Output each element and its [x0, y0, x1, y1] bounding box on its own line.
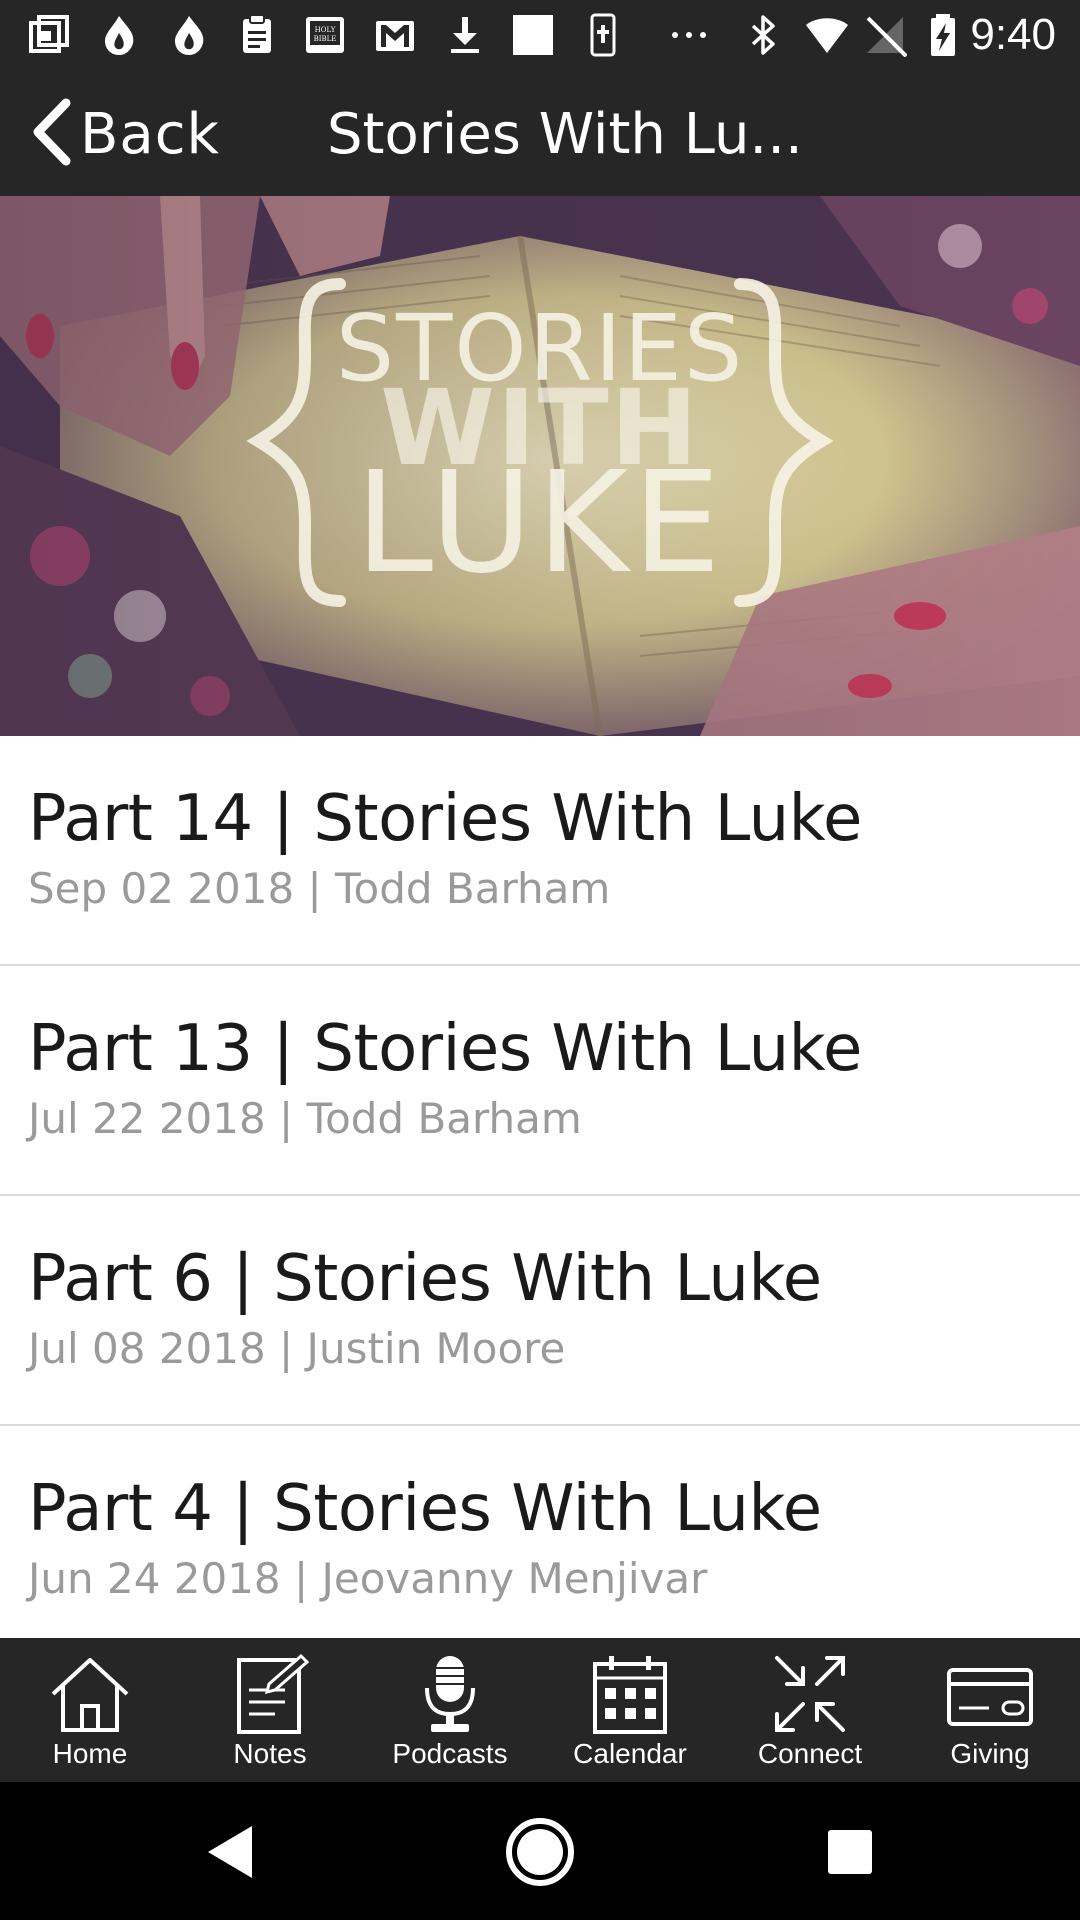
- credit-card-icon: [947, 1668, 1033, 1726]
- wifi-icon: [804, 12, 850, 58]
- nav-bar: Back Stories With Lu...: [0, 72, 1080, 196]
- svg-text:BIBLE: BIBLE: [314, 35, 337, 43]
- tab-bar: Home Notes Podcasts Calendar Connect Giv…: [0, 1638, 1080, 1782]
- no-signal-icon: [862, 12, 908, 58]
- item-title: Part 6 | Stories With Luke: [28, 1242, 822, 1316]
- list-item[interactable]: Part 4 | Stories With Luke Jun 24 2018 |…: [0, 1426, 1080, 1638]
- tab-podcasts[interactable]: Podcasts: [360, 1638, 540, 1782]
- system-back-button[interactable]: [190, 1812, 270, 1892]
- chevron-left-icon: [28, 97, 72, 172]
- system-recents-button[interactable]: [810, 1812, 890, 1892]
- blank-square-icon: [510, 12, 556, 58]
- item-title: Part 14 | Stories With Luke: [28, 782, 862, 856]
- bible-cross-icon: [580, 12, 626, 58]
- series-banner-image: STORIES WITH LUKE: [0, 196, 1080, 736]
- item-subtitle: Jul 22 2018 | Todd Barham: [28, 1094, 582, 1143]
- microphone-icon: [425, 1656, 475, 1732]
- tab-home-label: Home: [52, 1738, 128, 1769]
- tab-podcasts-label: Podcasts: [392, 1738, 508, 1769]
- list-item[interactable]: Part 13 | Stories With Luke Jul 22 2018 …: [0, 966, 1080, 1196]
- picture-in-picture-icon: [26, 12, 72, 58]
- item-title: Part 13 | Stories With Luke: [28, 1012, 862, 1086]
- download-icon: [442, 12, 488, 58]
- holy-bible-icon: HOLY BIBLE: [302, 12, 348, 58]
- calendar-icon: [593, 1656, 667, 1734]
- tab-notes[interactable]: Notes: [180, 1638, 360, 1782]
- system-navigation-bar: [0, 1782, 1080, 1920]
- circle-home-icon: [506, 1818, 574, 1886]
- clipboard-icon: [234, 12, 280, 58]
- item-subtitle: Jun 24 2018 | Jeovanny Menjivar: [28, 1554, 708, 1603]
- bluetooth-icon: [740, 12, 786, 58]
- flame-icon: [96, 12, 142, 58]
- system-home-button[interactable]: [500, 1812, 580, 1892]
- status-bar: HOLY BIBLE 9:40: [0, 0, 1080, 72]
- svg-text:HOLY: HOLY: [315, 26, 336, 34]
- tab-home[interactable]: Home: [0, 1638, 180, 1782]
- notes-icon: [237, 1653, 310, 1734]
- triangle-back-icon: [208, 1826, 252, 1878]
- page-title: Stories With Lu...: [327, 102, 803, 167]
- tab-giving-label: Giving: [950, 1738, 1030, 1769]
- tab-calendar-label: Calendar: [573, 1738, 687, 1769]
- back-label: Back: [80, 101, 220, 167]
- episode-list: Part 14 | Stories With Luke Sep 02 2018 …: [0, 736, 1080, 1638]
- tab-notes-label: Notes: [233, 1738, 307, 1769]
- item-subtitle: Jul 08 2018 | Justin Moore: [28, 1324, 566, 1373]
- logo-line-luke: LUKE: [355, 442, 725, 605]
- gmail-icon: [372, 12, 418, 58]
- flame-icon: [166, 12, 212, 58]
- tab-connect[interactable]: Connect: [720, 1638, 900, 1782]
- back-button[interactable]: Back: [28, 94, 220, 174]
- more-dots-icon: [666, 12, 712, 58]
- item-title: Part 4 | Stories With Luke: [28, 1472, 822, 1546]
- home-icon: [51, 1658, 129, 1732]
- list-item[interactable]: Part 14 | Stories With Luke Sep 02 2018 …: [0, 736, 1080, 966]
- item-subtitle: Sep 02 2018 | Todd Barham: [28, 864, 611, 913]
- tab-giving[interactable]: Giving: [900, 1638, 1080, 1782]
- list-item[interactable]: Part 6 | Stories With Luke Jul 08 2018 |…: [0, 1196, 1080, 1426]
- connect-arrows-icon: [775, 1656, 845, 1732]
- tab-calendar[interactable]: Calendar: [540, 1638, 720, 1782]
- status-time: 9:40: [970, 10, 1056, 59]
- tab-connect-label: Connect: [757, 1738, 863, 1769]
- battery-charging-icon: [920, 12, 966, 58]
- square-recents-icon: [828, 1830, 872, 1874]
